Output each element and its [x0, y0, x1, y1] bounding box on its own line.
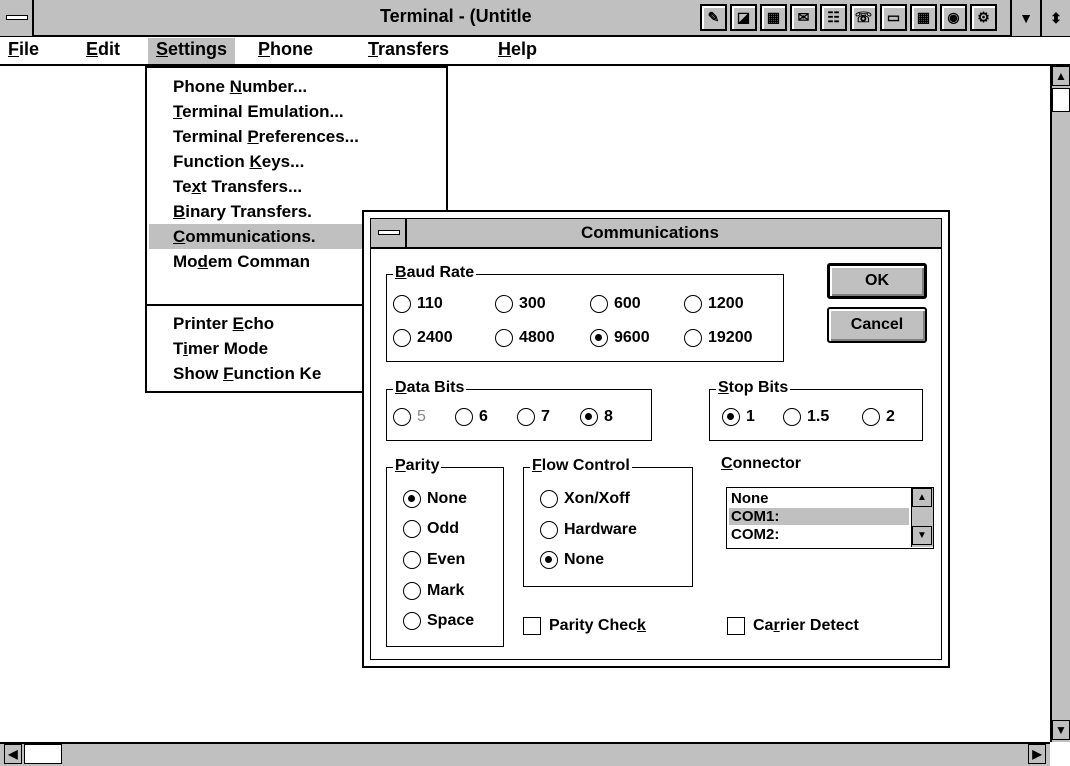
horizontal-scroll-thumb[interactable] — [24, 744, 62, 764]
menu-item-terminal-emulation[interactable]: Terminal Emulation... — [149, 99, 444, 124]
cardfile-app-icon[interactable]: ☷ — [820, 4, 847, 31]
baud-4800-radio[interactable]: 4800 — [495, 329, 555, 347]
data-bits-group: Data Bits 5 6 7 8 — [386, 378, 652, 441]
menu-item-text-transfers[interactable]: Text Transfers... — [149, 174, 444, 199]
baud-rate-group: Baud Rate 110 300 600 1200 2400 4800 960… — [386, 263, 784, 362]
data-bits-6-radio[interactable]: 6 — [455, 408, 488, 426]
stop-bits-label: Stop Bits — [716, 378, 791, 398]
cancel-button[interactable]: Cancel — [827, 307, 927, 343]
parity-label: Parity — [393, 456, 442, 476]
terminal-window: Terminal - (Untitle ✎ ◪ ▦ ✉ ☷ ☏ ▭ ▦ ◉ ⚙ … — [0, 0, 1070, 766]
stop-bits-2-radio[interactable]: 2 — [862, 408, 895, 426]
menu-help[interactable]: Help — [490, 38, 545, 64]
baud-19200-radio[interactable]: 19200 — [684, 329, 753, 347]
menu-item-function-keys[interactable]: Function Keys... — [149, 149, 444, 174]
connector-option-com2[interactable]: COM2: — [729, 526, 909, 543]
minimize-icon[interactable]: ▼ — [1010, 0, 1040, 36]
dialog-system-menu-icon[interactable] — [371, 219, 407, 247]
data-bits-7-radio[interactable]: 7 — [517, 408, 550, 426]
flow-control-label: Flow Control — [530, 456, 632, 476]
menu-bar: File Edit Settings Phone Transfers Help — [0, 37, 1070, 66]
communications-dialog: Communications Baud Rate 110 300 600 120… — [362, 210, 950, 668]
parity-even-radio[interactable]: Even — [403, 551, 465, 569]
write-app-icon[interactable]: ✎ — [700, 4, 727, 31]
calculator-app-icon[interactable]: ▦ — [760, 4, 787, 31]
vertical-scrollbar[interactable]: ▲ ▼ — [1050, 66, 1070, 742]
flow-control-group: Flow Control Xon/Xoff Hardware None — [523, 456, 693, 587]
restore-icon[interactable]: ⬍ — [1040, 0, 1070, 36]
connector-option-none[interactable]: None — [729, 490, 909, 507]
scroll-up-icon[interactable]: ▲ — [1052, 66, 1070, 86]
vertical-scroll-thumb[interactable] — [1052, 88, 1070, 112]
calendar-app-icon[interactable]: ▦ — [910, 4, 937, 31]
connector-listbox[interactable]: None COM1: COM2: ▲ ▼ — [726, 487, 934, 549]
parity-odd-radio[interactable]: Odd — [403, 520, 459, 538]
phone-app-icon[interactable]: ☏ — [850, 4, 877, 31]
baud-2400-radio[interactable]: 2400 — [393, 329, 453, 347]
binoculars-app-icon[interactable]: ◉ — [940, 4, 967, 31]
menu-settings[interactable]: Settings — [148, 38, 236, 64]
data-bits-8-radio[interactable]: 8 — [580, 408, 613, 426]
mail-app-icon[interactable]: ✉ — [790, 4, 817, 31]
stop-bits-1-5-radio[interactable]: 1.5 — [783, 408, 829, 426]
control-panel-icon[interactable]: ⚙ — [970, 4, 997, 31]
carrier-detect-checkbox[interactable]: Carrier Detect — [727, 617, 859, 635]
terminal-app-icon[interactable]: ▭ — [880, 4, 907, 31]
dialog-body: Communications Baud Rate 110 300 600 120… — [370, 218, 942, 660]
connector-scroll-up-icon[interactable]: ▲ — [912, 488, 932, 507]
scroll-left-icon[interactable]: ◀ — [4, 744, 22, 764]
paintbrush-app-icon[interactable]: ◪ — [730, 4, 757, 31]
baud-110-radio[interactable]: 110 — [393, 295, 443, 313]
taskbar-icons: ✎ ◪ ▦ ✉ ☷ ☏ ▭ ▦ ◉ ⚙ — [700, 4, 997, 31]
horizontal-scrollbar[interactable]: ◀ ▶ — [0, 742, 1050, 766]
parity-space-radio[interactable]: Space — [403, 612, 474, 630]
parity-check-checkbox[interactable]: Parity Check — [523, 617, 646, 635]
baud-1200-radio[interactable]: 1200 — [684, 295, 744, 313]
menu-item-phone-number[interactable]: Phone Number... — [149, 74, 444, 99]
flow-hardware-radio[interactable]: Hardware — [540, 521, 637, 539]
baud-300-radio[interactable]: 300 — [495, 295, 546, 313]
connector-option-com1[interactable]: COM1: — [729, 508, 909, 525]
flow-xon-xoff-radio[interactable]: Xon/Xoff — [540, 490, 630, 508]
menu-file[interactable]: File — [0, 38, 47, 64]
parity-group: Parity None Odd Even Mark Space — [386, 456, 504, 647]
parity-none-radio[interactable]: None — [403, 490, 467, 508]
scroll-right-icon[interactable]: ▶ — [1028, 744, 1046, 764]
menu-edit[interactable]: Edit — [78, 38, 128, 64]
data-bits-5-radio: 5 — [393, 408, 426, 426]
stop-bits-group: Stop Bits 1 1.5 2 — [709, 378, 923, 441]
menu-phone[interactable]: Phone — [250, 38, 321, 64]
dialog-title: Communications — [581, 223, 719, 242]
menu-transfers[interactable]: Transfers — [360, 38, 457, 64]
connector-scrollbar[interactable]: ▲ ▼ — [911, 488, 933, 547]
title-bar[interactable]: Terminal - (Untitle ✎ ◪ ▦ ✉ ☷ ☏ ▭ ▦ ◉ ⚙ … — [0, 0, 1070, 37]
baud-9600-radio[interactable]: 9600 — [590, 329, 650, 347]
system-menu-icon[interactable] — [0, 0, 34, 36]
connector-label: Connector — [721, 455, 802, 472]
scroll-down-icon[interactable]: ▼ — [1052, 720, 1070, 740]
parity-mark-radio[interactable]: Mark — [403, 582, 464, 600]
baud-rate-label: Baud Rate — [393, 263, 477, 283]
dialog-title-bar[interactable]: Communications — [371, 219, 941, 249]
connector-scroll-down-icon[interactable]: ▼ — [912, 526, 932, 545]
flow-none-radio[interactable]: None — [540, 551, 604, 569]
menu-item-terminal-preferences[interactable]: Terminal Preferences... — [149, 124, 444, 149]
window-title: Terminal - (Untitle — [380, 6, 532, 26]
data-bits-label: Data Bits — [393, 378, 467, 398]
baud-600-radio[interactable]: 600 — [590, 295, 641, 313]
stop-bits-1-radio[interactable]: 1 — [722, 408, 755, 426]
ok-button[interactable]: OK — [827, 263, 927, 299]
